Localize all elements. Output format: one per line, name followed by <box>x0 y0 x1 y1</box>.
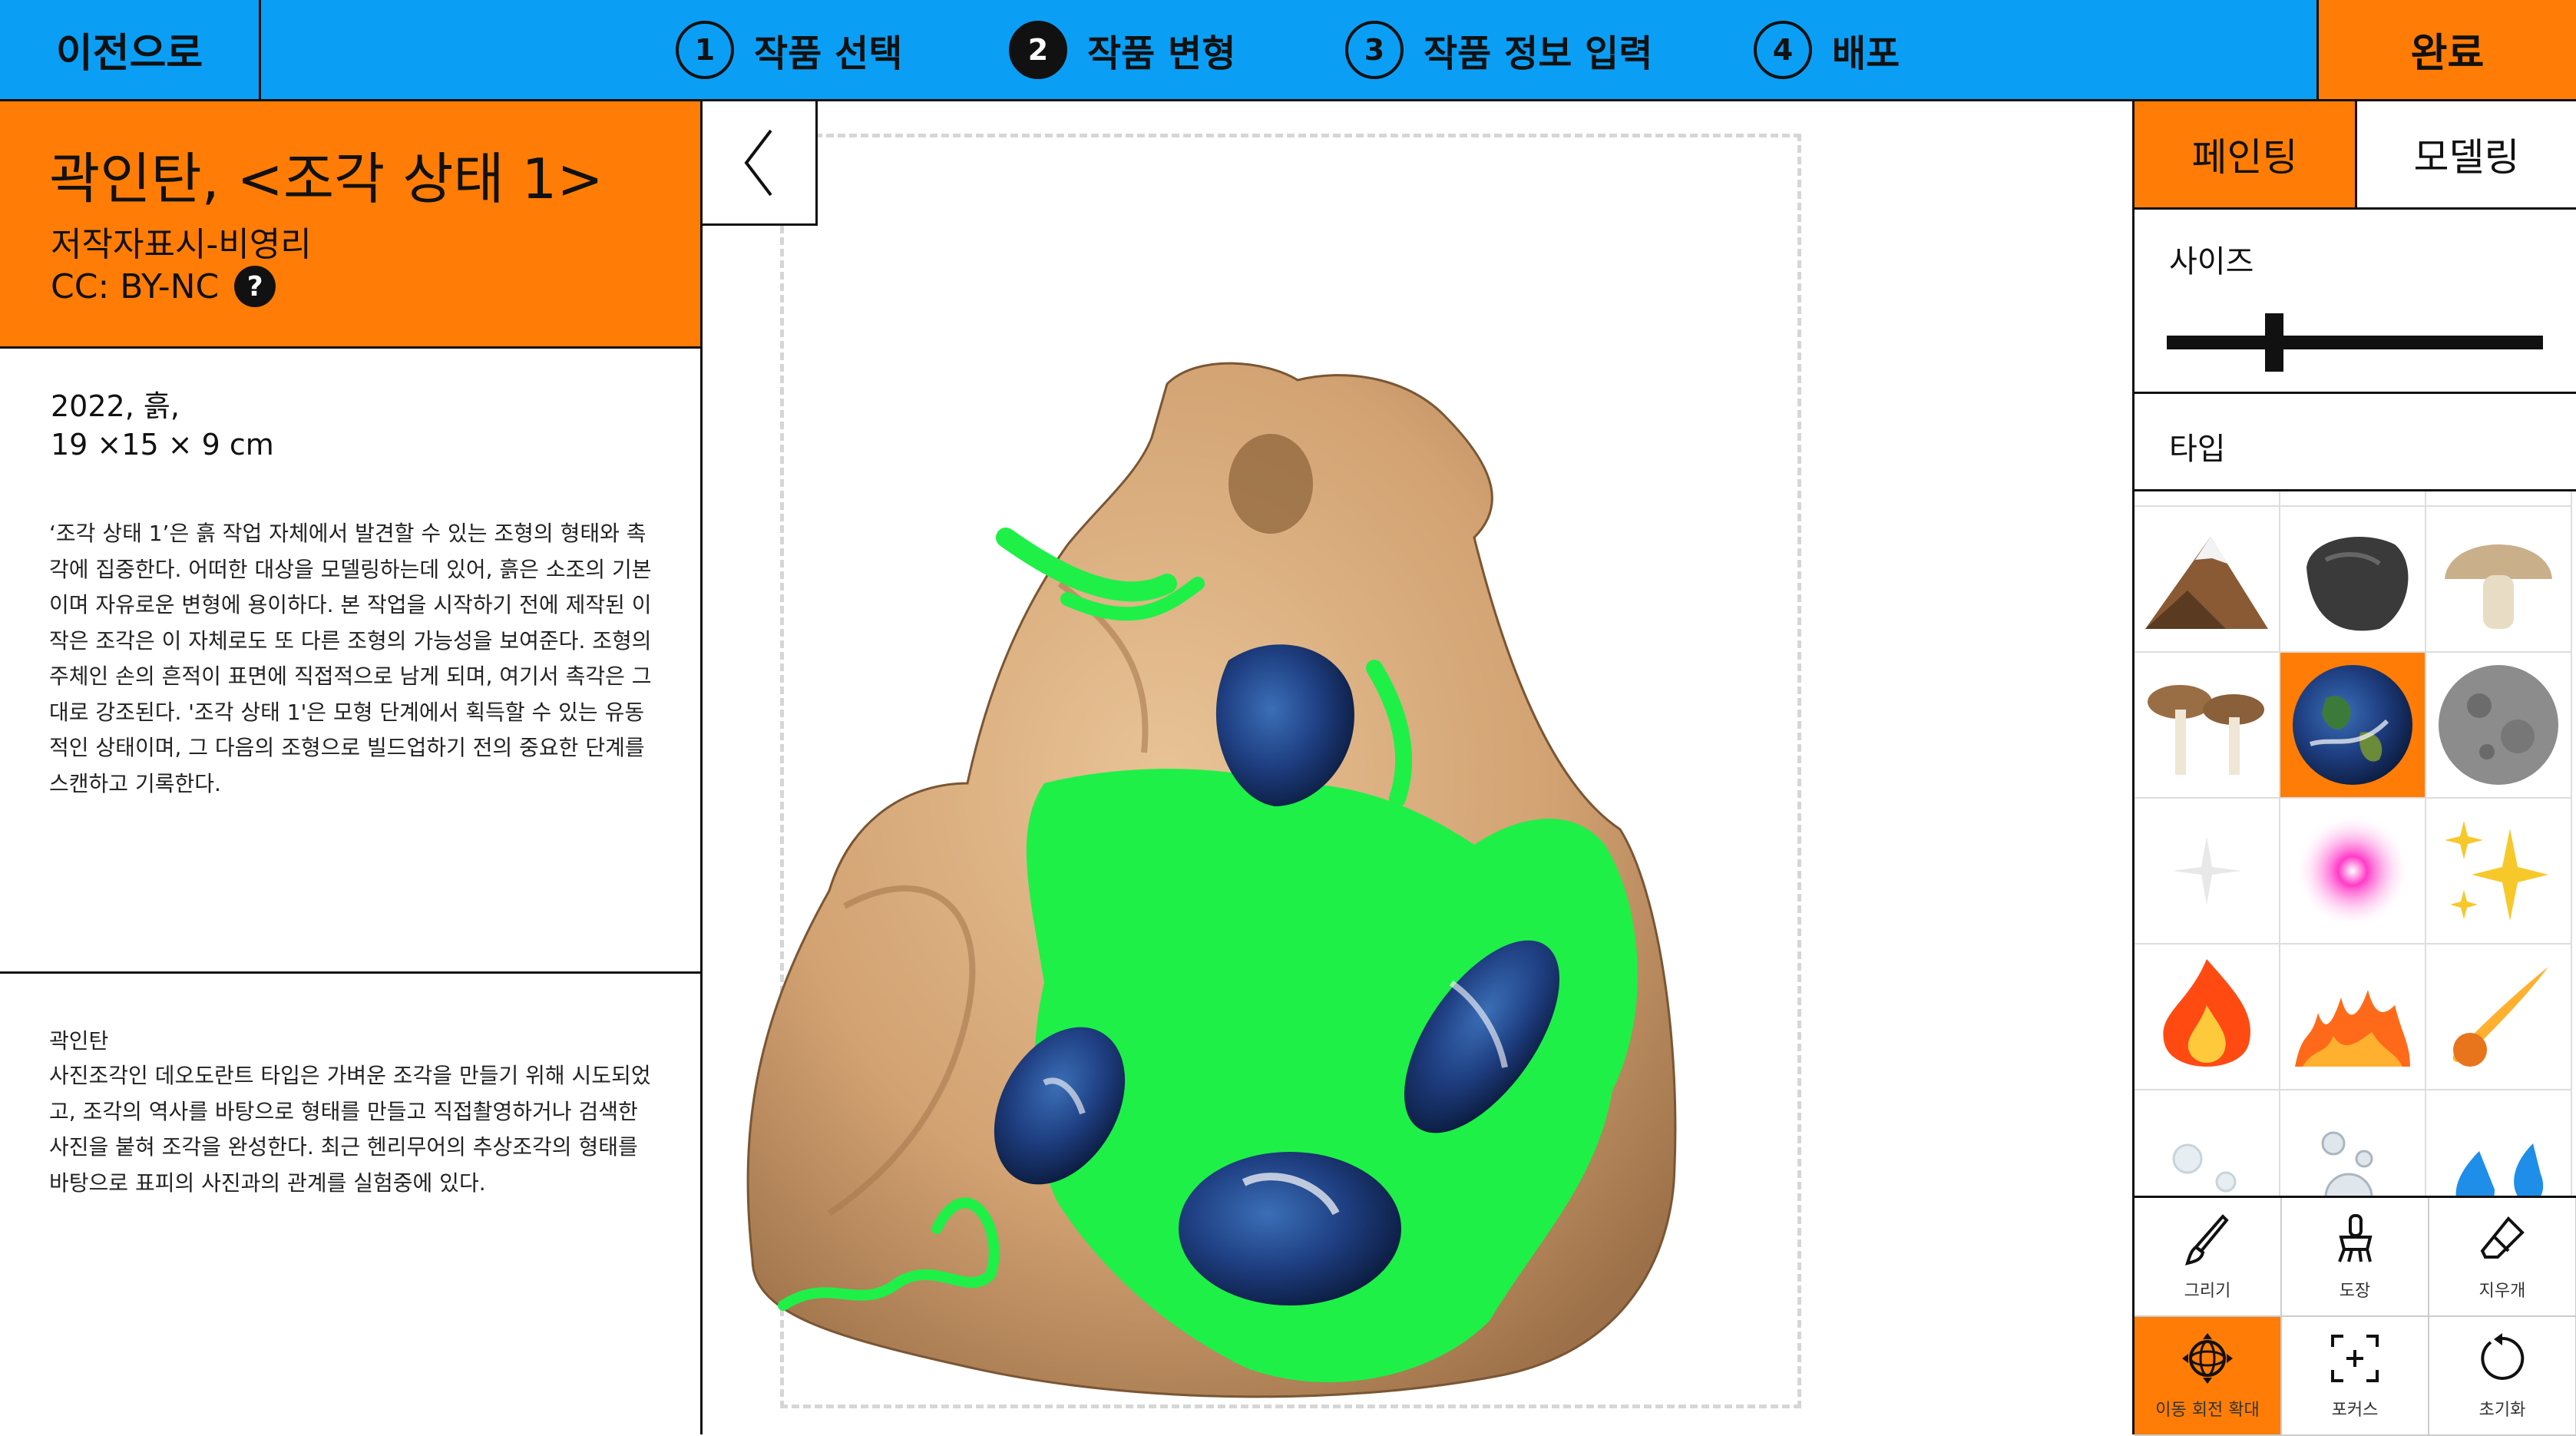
texture-comet[interactable] <box>2426 945 2572 1090</box>
moon-icon <box>2439 665 2558 785</box>
step-number: 2 <box>1009 20 1067 79</box>
step-1[interactable]: 1 작품 선택 <box>676 0 902 99</box>
type-label: 타입 <box>2169 432 2226 467</box>
texture-tile[interactable] <box>2426 491 2572 507</box>
step-number: 4 <box>1754 20 1812 79</box>
brush-icon <box>2184 1213 2229 1266</box>
texture-sparkle-white[interactable] <box>2135 799 2280 945</box>
mushroom-icon <box>2445 544 2552 629</box>
texture-flames[interactable] <box>2280 945 2426 1090</box>
texture-sparkles-yellow[interactable] <box>2426 799 2572 945</box>
reset-icon <box>2481 1332 2525 1380</box>
size-slider-track[interactable] <box>2167 336 2543 349</box>
sparkles-icon <box>2445 821 2548 921</box>
dimensions: 19 ×15 × 9 cm <box>51 428 274 462</box>
step-2[interactable]: 2 작품 변형 <box>1009 0 1235 99</box>
mushrooms-icon <box>2148 685 2264 775</box>
year-material: 2022, 흙, <box>51 389 180 423</box>
collapse-panel-button[interactable] <box>703 101 818 226</box>
step-number: 1 <box>676 20 734 79</box>
texture-droplets[interactable] <box>2426 1090 2572 1196</box>
tool-reset[interactable]: 초기화 <box>2429 1317 2576 1436</box>
earth-patch <box>1179 1152 1401 1305</box>
step-3[interactable]: 3 작품 정보 입력 <box>1345 0 1652 99</box>
texture-mushrooms[interactable] <box>2135 653 2280 799</box>
tool-panel: 페인팅 모델링 사이즈 타입 그리기 도장 지우개 이동 회전 확대 포커스 초… <box>2132 101 2576 1436</box>
fire-icon <box>2163 959 2250 1067</box>
texture-earth[interactable] <box>2280 653 2426 799</box>
help-icon[interactable]: ? <box>234 266 276 307</box>
step-4[interactable]: 4 배포 <box>1754 0 1900 99</box>
sculpture-3d-view[interactable] <box>737 353 1850 1413</box>
tool-buttons: 그리기 도장 지우개 이동 회전 확대 포커스 초기화 <box>2135 1196 2576 1436</box>
texture-rock[interactable] <box>2280 507 2426 653</box>
artist-bio: 사진조각인 데오도란트 타입은 가벼운 조각을 만들기 위해 시도되었고, 조각… <box>49 1063 651 1196</box>
tool-move-rotate-zoom[interactable]: 이동 회전 확대 <box>2135 1317 2282 1436</box>
artwork-description: ‘조각 상태 1’은 흙 작업 자체에서 발견할 수 있는 조형의 형태와 촉각… <box>49 521 652 796</box>
tool-label: 도장 <box>2339 1281 2371 1301</box>
title-box: 곽인탄, <조각 상태 1> 저작자표시-비영리 CC: BY-NC ? <box>0 101 700 349</box>
texture-moon[interactable] <box>2426 653 2572 799</box>
glow-icon <box>2295 813 2410 928</box>
texture-tile[interactable] <box>2280 491 2426 507</box>
texture-glow-pink[interactable] <box>2280 799 2426 945</box>
artist-name: 곽인탄 <box>49 1028 109 1054</box>
step-label: 작품 선택 <box>754 31 903 75</box>
step-label: 작품 정보 입력 <box>1424 31 1653 75</box>
sparkle-icon <box>2172 836 2241 905</box>
artwork-meta: 2022, 흙, 19 ×15 × 9 cm <box>51 387 274 464</box>
texture-tile[interactable] <box>2135 491 2280 507</box>
tool-label: 그리기 <box>2184 1281 2231 1301</box>
tool-label: 지우개 <box>2478 1281 2526 1301</box>
droplets-icon <box>2455 1143 2544 1196</box>
bubbles-icon <box>2321 1131 2373 1196</box>
size-slider-thumb[interactable] <box>2265 313 2283 372</box>
texture-bubbles[interactable] <box>2280 1090 2426 1196</box>
texture-grid[interactable] <box>2135 489 2576 1196</box>
tool-label: 초기화 <box>2478 1400 2526 1420</box>
focus-icon <box>2331 1334 2379 1382</box>
tab-modeling[interactable]: 모델링 <box>2357 101 2576 210</box>
top-bar: 이전으로 1 작품 선택 2 작품 변형 3 작품 정보 입력 4 배포 완료 <box>0 0 2576 101</box>
flames-icon <box>2295 990 2410 1067</box>
step-label: 배포 <box>1832 31 1900 75</box>
texture-water-drops[interactable] <box>2135 1090 2280 1196</box>
done-button[interactable]: 완료 <box>2316 0 2576 99</box>
license-text: 저작자표시-비영리 <box>51 225 312 264</box>
tool-label: 이동 회전 확대 <box>2155 1400 2260 1420</box>
chevron-left-icon <box>743 129 772 196</box>
tool-focus[interactable]: 포커스 <box>2282 1317 2429 1436</box>
comet-icon <box>2452 967 2548 1067</box>
eraser-icon <box>2480 1216 2525 1259</box>
texture-mushroom[interactable] <box>2426 507 2572 653</box>
cc-label: CC: BY-NC <box>51 266 220 306</box>
tool-label: 포커스 <box>2331 1400 2379 1420</box>
cc-license: CC: BY-NC ? <box>51 266 276 307</box>
back-button[interactable]: 이전으로 <box>0 0 261 99</box>
artwork-title: 곽인탄, <조각 상태 1> <box>49 147 603 211</box>
move-rotate-icon <box>2182 1332 2233 1384</box>
texture-mountain[interactable] <box>2135 507 2280 653</box>
step-label: 작품 변형 <box>1087 31 1236 75</box>
divider <box>0 971 700 974</box>
mountain-icon <box>2145 537 2268 629</box>
tab-painting[interactable]: 페인팅 <box>2135 101 2357 210</box>
tool-stamp[interactable]: 도장 <box>2282 1198 2429 1317</box>
step-number: 3 <box>1345 20 1404 79</box>
tool-eraser[interactable]: 지우개 <box>2429 1198 2576 1317</box>
artwork-info-panel: 곽인탄, <조각 상태 1> 저작자표시-비영리 CC: BY-NC ? 202… <box>0 101 703 1434</box>
earth-icon <box>2293 665 2412 785</box>
rock-icon <box>2306 537 2409 631</box>
texture-fire[interactable] <box>2135 945 2280 1090</box>
water-drops-icon <box>2172 1143 2237 1193</box>
size-label: 사이즈 <box>2169 244 2254 280</box>
tool-draw[interactable]: 그리기 <box>2135 1198 2282 1317</box>
divider <box>2135 392 2576 394</box>
paint-bucket-icon <box>2338 1213 2373 1262</box>
